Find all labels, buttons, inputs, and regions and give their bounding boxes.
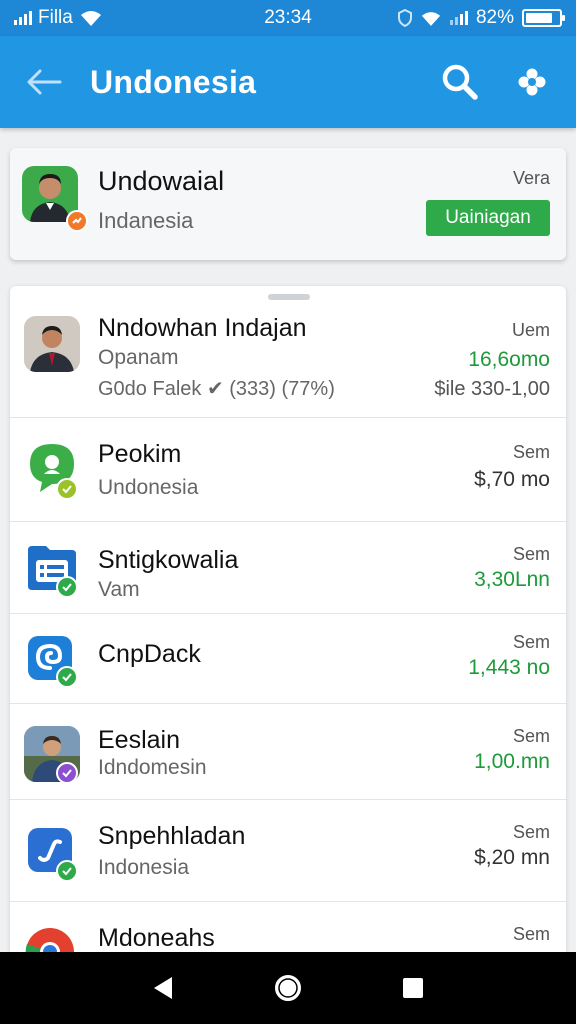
app-bar-actions [438,60,554,104]
shield-icon [397,9,412,27]
verified-badge [56,478,78,500]
nav-home-button[interactable] [264,964,312,1012]
list-item-value: $,20 mn [474,846,550,869]
profile-status-badge [66,210,88,232]
list-item-name: CnpDack [98,640,201,668]
list-item-subtitle: Vam [98,578,140,601]
nav-back-button[interactable] [139,964,187,1012]
list-item-meta: Sem [512,632,550,652]
list-item-meta: Sem [512,822,550,842]
arrow-left-icon [27,69,62,95]
system-nav-bar [0,952,576,1024]
list-item-value: $,70 mo [474,468,550,491]
list-item[interactable]: Peokim Undonesia Sem $,70 mo [10,418,566,522]
list-item[interactable]: Eeslain Idndomesin Sem 1,00.mn [10,704,566,800]
list-item-name: Sntigkowalia [98,546,239,574]
signal-icon [14,11,32,25]
verified-badge [56,576,78,598]
battery-icon [522,9,565,27]
status-bar: Filla 23:34 82% [0,0,576,36]
list-item-subtitle: Undonesia [98,476,199,499]
profile-action-button[interactable]: Uainiagan [426,200,550,236]
list-item[interactable]: Sntigkowalia Vam Sem 3,30Lnn [10,522,566,614]
list-item-value: 16,6omo [468,348,550,371]
nav-recents-button[interactable] [389,964,437,1012]
list-item-detail: G0do Falek ✔ (333) (77%) [98,378,335,400]
verified-badge [56,762,78,784]
settings-button[interactable] [510,60,554,104]
contact-list: Nndowhan Indajan Opanam G0do Falek ✔ (33… [10,286,566,966]
status-left: Filla [14,7,103,29]
list-item-meta: Sem [512,726,550,746]
list-item-subtitle: Opanam [98,346,179,369]
carrier-label: Filla [38,7,73,28]
drag-handle[interactable] [268,294,310,300]
list-item-value: 3,30Lnn [474,568,550,591]
wifi-icon-right [421,11,441,26]
person-avatar [24,316,80,372]
list-item[interactable]: CnpDack Sem 1,443 no [10,614,566,704]
list-item-name: Snpehhladan [98,822,246,850]
search-button[interactable] [438,60,482,104]
list-item-value: 1,00.mn [474,750,550,773]
page-title: Undonesia [90,63,257,100]
profile-card[interactable]: Undowaial Indanesia Vera Uainiagan [10,148,566,260]
list-item[interactable]: Nndowhan Indajan Opanam G0do Falek ✔ (33… [10,302,566,418]
circle-home-icon [274,975,301,1001]
status-right: 82% [397,7,565,29]
wifi-icon [80,11,101,26]
battery-fill [526,13,553,23]
list-item-meta: Uem [511,320,550,340]
list-item-detail-value: $ile 330-1,00 [434,378,550,400]
triangle-back-icon [153,977,172,999]
list-item-meta: Sem [512,544,550,564]
flower-settings-icon [518,68,546,96]
battery-percent: 82% [475,7,514,28]
list-item-subtitle: Idndomesin [98,756,207,779]
app-bar: Undonesia [0,36,576,128]
verified-badge [56,860,78,882]
list-item-name: Mdoneahs [98,924,215,952]
list-item-meta: Sem [512,924,550,944]
profile-name: Undowaial [98,166,225,196]
list-item[interactable]: Snpehhladan Indonesia Sem $,20 mn [10,800,566,902]
square-recents-icon [403,978,424,998]
list-item-subtitle: Indonesia [98,856,190,879]
search-icon [442,64,478,100]
signal-icon-right [449,11,468,25]
list-item-value: 1,443 no [468,656,550,679]
profile-meta: Vera [512,168,550,188]
list-item-name: Eeslain [98,726,180,754]
list-item-meta: Sem [512,442,550,462]
back-button[interactable] [22,60,66,104]
list-item-name: Peokim [98,440,182,468]
profile-subtitle: Indanesia [98,208,194,233]
verified-badge [56,666,78,688]
list-item-name: Nndowhan Indajan [98,314,307,342]
